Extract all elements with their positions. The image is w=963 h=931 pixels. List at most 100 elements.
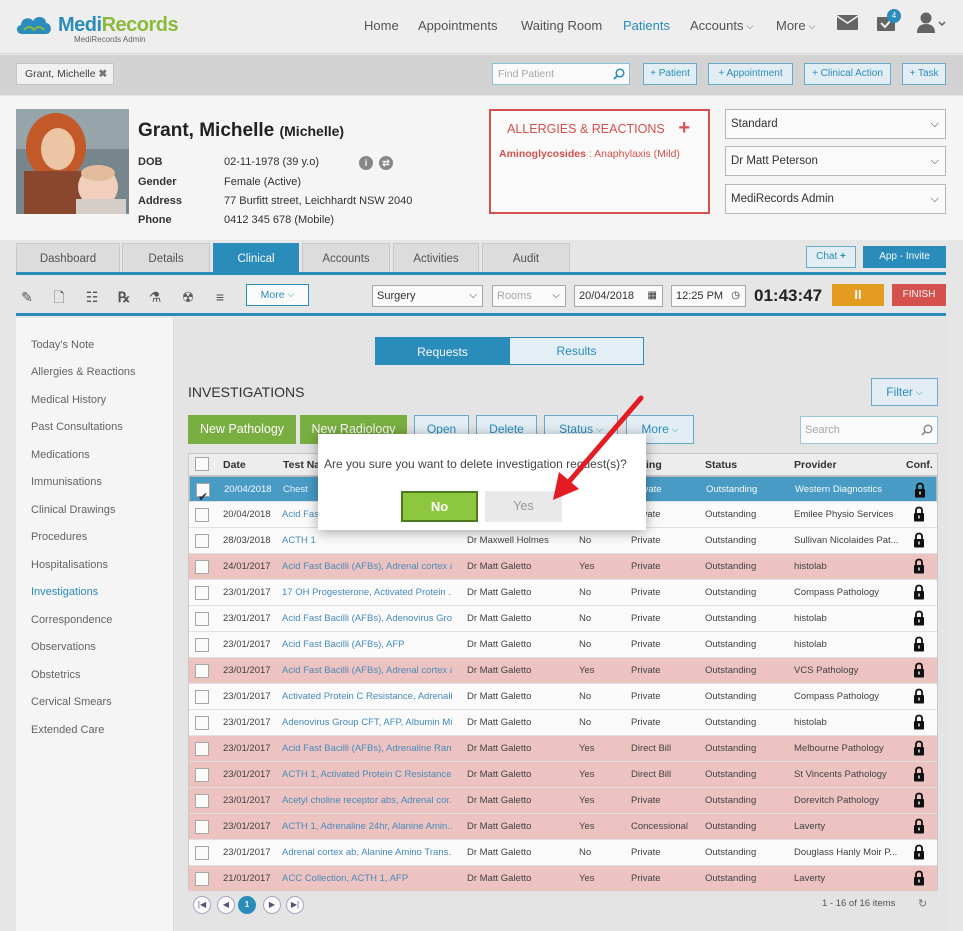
tab-results[interactable]: Results	[509, 337, 644, 365]
row-checkbox[interactable]	[195, 612, 209, 626]
sidebar-item-procedures[interactable]: Procedures	[31, 531, 87, 543]
row-checkbox[interactable]	[195, 872, 209, 886]
lock-icon[interactable]	[913, 792, 925, 808]
cell-test-name[interactable]: ACTH 1, Adrenaline 24hr, Alanine Amin...	[282, 814, 452, 840]
location-select[interactable]: Surgery ⌵	[372, 285, 483, 307]
cell-test-name[interactable]: ACTH 1, Activated Protein C Resistance, …	[282, 762, 452, 788]
sidebar-item-extended-care[interactable]: Extended Care	[31, 724, 104, 736]
find-patient-input[interactable]: Find Patient	[492, 63, 630, 85]
mail-icon[interactable]	[837, 15, 858, 30]
add-allergy-button[interactable]: +	[678, 117, 690, 140]
rooms-select[interactable]: Rooms ⌵	[492, 285, 566, 307]
sidebar-item-clinical-drawings[interactable]: Clinical Drawings	[31, 504, 115, 516]
notes-icon[interactable]: ✎	[18, 288, 36, 306]
table-row[interactable]: 23/01/2017 Acetyl choline receptor abs, A…	[189, 788, 937, 814]
table-row[interactable]: 23/01/2017 Adrenal cortex ab, Alanine Ami…	[189, 840, 937, 866]
row-checkbox[interactable]	[195, 690, 209, 704]
row-checkbox[interactable]	[195, 560, 209, 574]
tab-clinical[interactable]: Clinical	[213, 243, 299, 273]
lock-icon[interactable]	[913, 688, 925, 704]
nav-appointments[interactable]: Appointments	[418, 18, 498, 33]
form-icon[interactable]: ☷	[83, 288, 101, 306]
nav-more[interactable]: More ⌵	[776, 18, 815, 33]
time-input[interactable]: 12:25 PM ◷	[671, 285, 746, 307]
user-icon[interactable]	[917, 12, 947, 34]
nav-waiting-room[interactable]: Waiting Room	[521, 18, 602, 33]
tab-requests[interactable]: Requests	[375, 337, 510, 365]
cell-test-name[interactable]: Adrenal cortex ab, Alanine Amino Trans..…	[282, 840, 452, 866]
cell-test-name[interactable]: Acid Fast Bacilli (AFBs), Adenovirus Gro…	[282, 606, 452, 632]
info-icon[interactable]: i	[359, 156, 373, 170]
table-row[interactable]: 23/01/2017 ACTH 1, Activated Protein C Re…	[189, 762, 937, 788]
row-checkbox[interactable]	[195, 794, 209, 808]
cell-test-name[interactable]: Adenovirus Group CFT, AFP, Albumin Mi...	[282, 710, 452, 736]
pause-button[interactable]: II	[832, 284, 884, 306]
sidebar-item-medications[interactable]: Medications	[31, 449, 90, 461]
table-row[interactable]: 23/01/2017 ACTH 1, Adrenaline 24hr, Alani…	[189, 814, 937, 840]
date-input[interactable]: 20/04/2018 ▦	[574, 285, 663, 307]
nav-patients[interactable]: Patients	[623, 18, 670, 33]
cell-test-name[interactable]: ACC Collection, ACTH 1, AFP	[282, 866, 452, 892]
close-icon[interactable]: ✖	[99, 68, 108, 80]
sidebar-item-cervical-smears[interactable]: Cervical Smears	[31, 696, 112, 708]
add-clinical-action-button[interactable]: + Clinical Action	[804, 63, 891, 85]
cell-test-name[interactable]: Acid Fast Bacilli (AFBs), AFP	[282, 632, 452, 658]
calendar-icon[interactable]: ▦	[648, 286, 657, 306]
select-all-checkbox[interactable]	[195, 457, 209, 471]
sidebar-item-observations[interactable]: Observations	[31, 641, 96, 653]
lock-icon[interactable]	[913, 506, 925, 522]
cell-test-name[interactable]: Acid Fast Bacilli (AFBs), Adrenaline Ran…	[282, 736, 452, 762]
lock-icon[interactable]	[913, 870, 925, 886]
toolbar-more-button[interactable]: More ⌵	[246, 284, 309, 306]
lock-icon[interactable]	[913, 610, 925, 626]
lock-icon[interactable]	[913, 662, 925, 678]
dialog-no-button[interactable]: No	[401, 491, 478, 522]
allergy-item[interactable]: Aminoglycosides : Anaphylaxis (Mild)	[499, 148, 680, 160]
cell-test-name[interactable]: 17 OH Progesterone, Activated Protein ..…	[282, 580, 452, 606]
open-patient-tag[interactable]: Grant, Michelle ✖	[16, 63, 114, 85]
table-row[interactable]: 28/03/2018 ACTH 1 Dr Maxwell Holmes No Priva…	[189, 528, 937, 554]
sidebar-item-past-consultations[interactable]: Past Consultations	[31, 421, 123, 433]
consult-type-select[interactable]: Standard ⌵	[725, 109, 946, 139]
table-row[interactable]: 23/01/2017 Acid Fast Bacilli (AFBs), Adre…	[189, 736, 937, 762]
lock-icon[interactable]	[913, 558, 925, 574]
tab-activities[interactable]: Activities	[393, 243, 479, 273]
row-checkbox[interactable]	[195, 664, 209, 678]
medirecords-logo[interactable]: MediRecords MediRecords Admin	[14, 8, 179, 46]
cell-test-name[interactable]: Acid Fast Bacilli (AFBs), Adrenal cortex…	[282, 554, 452, 580]
add-task-button[interactable]: + Task	[902, 63, 946, 85]
row-checkbox[interactable]	[195, 716, 209, 730]
row-checkbox[interactable]	[195, 508, 209, 522]
filter-button[interactable]: Filter ⌵	[871, 378, 938, 406]
column-header-date[interactable]: Date	[223, 459, 246, 471]
column-header-status[interactable]: Status	[705, 459, 737, 471]
cell-test-name[interactable]: ACTH 1	[282, 528, 452, 554]
lab-flask-icon[interactable]: ⚗	[146, 288, 164, 306]
column-header-confidential[interactable]: Conf.	[906, 459, 933, 471]
table-row[interactable]: 23/01/2017 Acid Fast Bacilli (AFBs), AFP D…	[189, 632, 937, 658]
tab-accounts[interactable]: Accounts	[302, 243, 390, 273]
sidebar-item-allergies-reactions[interactable]: Allergies & Reactions	[31, 366, 136, 378]
lock-icon[interactable]	[913, 532, 925, 548]
table-row[interactable]: 23/01/2017 Acid Fast Bacilli (AFBs), Adre…	[189, 658, 937, 684]
table-row[interactable]: 24/01/2017 Acid Fast Bacilli (AFBs), Adre…	[189, 554, 937, 580]
sidebar-item-today-s-note[interactable]: Today's Note	[31, 339, 94, 351]
sidebar-item-immunisations[interactable]: Immunisations	[31, 476, 102, 488]
row-checkbox[interactable]	[195, 638, 209, 652]
app-invite-button[interactable]: App - Invite	[863, 246, 946, 268]
lock-icon[interactable]	[913, 636, 925, 652]
last-page-button[interactable]: ▶|	[286, 896, 304, 914]
table-row[interactable]: 23/01/2017 Acid Fast Bacilli (AFBs), Aden…	[189, 606, 937, 632]
cell-test-name[interactable]: Activated Protein C Resistance, Adrenali…	[282, 684, 452, 710]
sidebar-item-medical-history[interactable]: Medical History	[31, 394, 106, 406]
table-row[interactable]: 23/01/2017 Activated Protein C Resistance…	[189, 684, 937, 710]
layers-icon[interactable]: ≡	[211, 288, 229, 306]
row-checkbox[interactable]	[196, 483, 210, 511]
tab-dashboard[interactable]: Dashboard	[16, 243, 120, 273]
new-pathology-button[interactable]: New Pathology	[188, 415, 296, 444]
cell-test-name[interactable]: Acid Fast Bacilli (AFBs), Adrenal cortex…	[282, 658, 452, 684]
table-row[interactable]: 23/01/2017 Adenovirus Group CFT, AFP, Alb…	[189, 710, 937, 736]
cell-test-name[interactable]: Acetyl choline receptor abs, Adrenal cor…	[282, 788, 452, 814]
row-checkbox[interactable]	[195, 586, 209, 600]
column-header-provider[interactable]: Provider	[794, 459, 837, 471]
